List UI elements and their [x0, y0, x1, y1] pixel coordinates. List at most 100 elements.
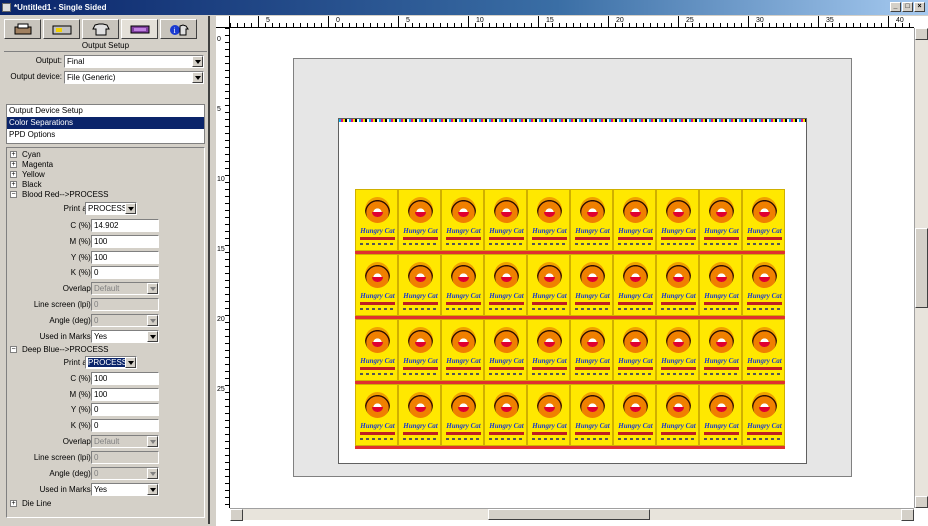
label-tile[interactable]: Hungry Cat — [398, 189, 441, 251]
horizontal-scrollbar[interactable] — [230, 508, 914, 521]
label-tile[interactable]: Hungry Cat — [441, 189, 484, 251]
label-tile[interactable]: Hungry Cat — [656, 189, 699, 251]
label-tile[interactable]: Hungry Cat — [742, 189, 785, 251]
option-output-device-setup[interactable]: Output Device Setup — [7, 105, 204, 117]
tree-item-deep-blue[interactable]: − Deep Blue-->PROCESS — [10, 345, 108, 355]
tree-item-blood-red[interactable]: − Blood Red-->PROCESS — [10, 190, 108, 200]
tree-item-cyan[interactable]: + Cyan — [10, 150, 41, 160]
label-tile[interactable]: Hungry Cat — [699, 189, 742, 251]
expand-icon[interactable]: + — [10, 171, 17, 179]
vertical-scroll-thumb[interactable] — [915, 228, 928, 308]
chevron-down-icon[interactable] — [147, 331, 158, 342]
label-tile[interactable]: Hungry Cat — [441, 254, 484, 316]
label-tile[interactable]: Hungry Cat — [484, 254, 527, 316]
scroll-left-button[interactable] — [230, 509, 243, 521]
label-tile[interactable]: Hungry Cat — [613, 189, 656, 251]
ruler-tick — [225, 105, 229, 106]
print-as-select[interactable]: PROCESS — [85, 356, 137, 369]
label-tile[interactable]: Hungry Cat — [441, 319, 484, 381]
label-tile[interactable]: Hungry Cat — [699, 319, 742, 381]
label-tile[interactable]: Hungry Cat — [656, 319, 699, 381]
label-tile[interactable]: Hungry Cat — [398, 319, 441, 381]
chevron-down-icon[interactable] — [125, 357, 136, 368]
label-tile[interactable]: Hungry Cat — [570, 319, 613, 381]
expand-icon[interactable]: + — [10, 161, 17, 169]
tree-item-yellow[interactable]: + Yellow — [10, 170, 45, 180]
label-tile[interactable]: Hungry Cat — [656, 254, 699, 316]
print-sheet[interactable]: Hungry Cat Hungry Cat Hungry Cat Hungry Cat… — [338, 118, 807, 464]
label-tile[interactable]: Hungry Cat — [355, 189, 398, 251]
fine-print — [403, 243, 438, 245]
collapse-icon[interactable]: − — [10, 191, 17, 199]
tree-item-die-line[interactable]: + Die Line — [10, 499, 51, 509]
fine-print — [532, 438, 567, 440]
tab-info[interactable]: i — [160, 19, 197, 39]
k-input[interactable]: 0 — [91, 266, 159, 279]
layout-canvas[interactable]: 5 0 5 10 15 20 25 30 35 40 0 5 10 15 20 25 Hungry Cat H… — [216, 16, 928, 526]
chevron-down-icon[interactable] — [125, 203, 136, 214]
expand-icon[interactable]: + — [10, 181, 17, 189]
tab-output[interactable] — [82, 19, 119, 39]
label-tile[interactable]: Hungry Cat — [527, 319, 570, 381]
output-select[interactable]: Final — [64, 55, 204, 68]
horizontal-scroll-thumb[interactable] — [488, 509, 650, 520]
minimize-button[interactable]: _ — [890, 2, 901, 12]
c-input[interactable]: 100 — [91, 372, 159, 385]
label-tile[interactable]: Hungry Cat — [613, 319, 656, 381]
label-tile[interactable]: Hungry Cat — [570, 189, 613, 251]
tree-item-black[interactable]: + Black — [10, 180, 42, 190]
label-tile[interactable]: Hungry Cat — [527, 384, 570, 446]
option-ppd-options[interactable]: PPD Options — [7, 129, 204, 141]
c-input[interactable]: 14.902 — [91, 219, 159, 232]
marks-select[interactable]: Yes — [91, 330, 159, 343]
k-input[interactable]: 0 — [91, 419, 159, 432]
m-input[interactable]: 100 — [91, 388, 159, 401]
label-tile[interactable]: Hungry Cat — [527, 254, 570, 316]
label-tile[interactable]: Hungry Cat — [742, 254, 785, 316]
label-tile[interactable]: Hungry Cat — [570, 254, 613, 316]
label-tile[interactable]: Hungry Cat — [699, 384, 742, 446]
chevron-down-icon[interactable] — [192, 72, 203, 83]
print-as-select[interactable]: PROCESS — [85, 202, 137, 215]
collapse-icon[interactable]: − — [10, 346, 17, 354]
marks-select[interactable]: Yes — [91, 483, 159, 496]
scroll-down-button[interactable] — [915, 496, 928, 508]
label-tile[interactable]: Hungry Cat — [699, 254, 742, 316]
subtitle-bar — [747, 302, 782, 305]
label-tile[interactable]: Hungry Cat — [742, 384, 785, 446]
close-button[interactable]: × — [914, 2, 925, 12]
label-tile[interactable]: Hungry Cat — [398, 254, 441, 316]
label-tile[interactable]: Hungry Cat — [484, 384, 527, 446]
tab-layout[interactable] — [43, 19, 80, 39]
lpi-label: Line screen (lpi): — [33, 453, 93, 462]
label-tile[interactable]: Hungry Cat — [484, 319, 527, 381]
y-input[interactable]: 0 — [91, 403, 159, 416]
label-tile[interactable]: Hungry Cat — [613, 254, 656, 316]
chevron-down-icon[interactable] — [192, 56, 203, 67]
label-tile[interactable]: Hungry Cat — [398, 384, 441, 446]
tab-marks[interactable] — [121, 19, 158, 39]
label-tile[interactable]: Hungry Cat — [656, 384, 699, 446]
label-tile[interactable]: Hungry Cat — [355, 319, 398, 381]
label-tile[interactable]: Hungry Cat — [484, 189, 527, 251]
tree-item-magenta[interactable]: + Magenta — [10, 160, 53, 170]
label-tile[interactable]: Hungry Cat — [355, 254, 398, 316]
m-input[interactable]: 100 — [91, 235, 159, 248]
expand-icon[interactable]: + — [10, 500, 17, 508]
expand-icon[interactable]: + — [10, 151, 17, 159]
maximize-button[interactable]: □ — [902, 2, 913, 12]
tab-job[interactable] — [4, 19, 41, 39]
label-tile[interactable]: Hungry Cat — [742, 319, 785, 381]
chevron-down-icon[interactable] — [147, 484, 158, 495]
option-color-separations[interactable]: Color Separations — [7, 117, 204, 129]
scroll-right-button[interactable] — [901, 509, 914, 521]
label-tile[interactable]: Hungry Cat — [570, 384, 613, 446]
label-tile[interactable]: Hungry Cat — [441, 384, 484, 446]
y-input[interactable]: 100 — [91, 251, 159, 264]
label-tile[interactable]: Hungry Cat — [527, 189, 570, 251]
device-select[interactable]: File (Generic) — [64, 71, 204, 84]
label-tile[interactable]: Hungry Cat — [355, 384, 398, 446]
label-tile[interactable]: Hungry Cat — [613, 384, 656, 446]
vertical-scrollbar[interactable] — [914, 28, 928, 508]
scroll-up-button[interactable] — [915, 28, 928, 40]
